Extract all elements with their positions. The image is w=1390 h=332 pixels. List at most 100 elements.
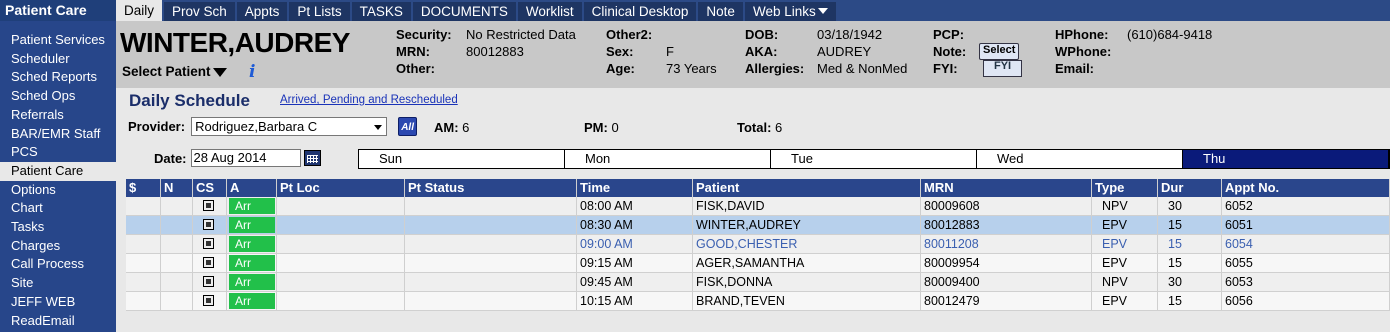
week-day-selector: Sun Mon Tue Wed Thu [358, 149, 1390, 169]
calendar-icon[interactable] [303, 150, 321, 166]
cell-patient: WINTER,AUDREY [693, 216, 921, 234]
cell-time: 08:30 AM [577, 216, 693, 234]
tab-documents[interactable]: DOCUMENTS [412, 2, 516, 21]
contact-group: HPhone: (610)684-9418 WPhone: Email: [1055, 26, 1212, 77]
cell-dur: 15 [1158, 254, 1222, 272]
sidebar-item-options[interactable]: Options [0, 181, 116, 200]
table-row[interactable]: Arr 08:30 AM WINTER,AUDREY 80012883 EPV … [126, 216, 1390, 235]
table-row[interactable]: Arr 08:00 AM FISK,DAVID 80009608 NPV 30 … [126, 197, 1390, 216]
col-appt-no[interactable]: Appt No. [1222, 179, 1390, 197]
cell-patient: FISK,DONNA [693, 273, 921, 291]
day-tue[interactable]: Tue [771, 150, 977, 168]
fyi-button[interactable]: FYI [983, 60, 1023, 77]
aka-value: AUDREY [817, 44, 872, 59]
tab-daily[interactable]: Daily [116, 0, 163, 21]
mrn-value: 80012883 [466, 44, 524, 59]
table-row[interactable]: Arr 10:15 AM BRAND,TEVEN 80012479 EPV 15… [126, 292, 1390, 311]
note-select-button[interactable]: Select [979, 43, 1020, 60]
cell-time: 09:00 AM [577, 235, 693, 253]
cell-type: NPV [1092, 197, 1158, 215]
date-label: Date: [154, 150, 187, 166]
col-time[interactable]: Time [577, 179, 693, 197]
sidebar-item-pcs[interactable]: PCS [0, 143, 116, 162]
col-dollar[interactable]: $ [126, 179, 161, 197]
note-label: Note: [933, 44, 967, 59]
sidebar-item-referrals[interactable]: Referrals [0, 106, 116, 125]
tab-note[interactable]: Note [698, 2, 743, 21]
arrived-badge[interactable]: Arr [229, 255, 275, 271]
page-title: Daily Schedule [129, 91, 250, 110]
day-thu[interactable]: Thu [1183, 150, 1389, 168]
security-value: No Restricted Data [466, 27, 576, 42]
table-row[interactable]: Arr 09:45 AM FISK,DONNA 80009400 NPV 30 … [126, 273, 1390, 292]
select-patient-button[interactable]: Select Patient [122, 64, 227, 79]
cs-icon[interactable] [203, 219, 214, 230]
sidebar-item-site[interactable]: Site [0, 274, 116, 293]
day-sun[interactable]: Sun [359, 150, 565, 168]
cs-icon[interactable] [203, 200, 214, 211]
hphone-value: (610)684-9418 [1127, 27, 1213, 42]
cell-dur: 15 [1158, 216, 1222, 234]
cell-type: EPV [1092, 292, 1158, 310]
cell-appt-no: 6055 [1222, 254, 1390, 272]
sidebar-item-sched-ops[interactable]: Sched Ops [0, 87, 116, 106]
arrived-badge[interactable]: Arr [229, 293, 275, 309]
arrived-badge[interactable]: Arr [229, 274, 275, 290]
col-pt-status[interactable]: Pt Status [405, 179, 577, 197]
col-mrn[interactable]: MRN [921, 179, 1092, 197]
col-patient[interactable]: Patient [693, 179, 921, 197]
sidebar-item-jeff-web[interactable]: JEFF WEB [0, 293, 116, 312]
col-n[interactable]: N [161, 179, 193, 197]
day-mon[interactable]: Mon [565, 150, 771, 168]
arrived-pending-link[interactable]: Arrived, Pending and Rescheduled [280, 94, 458, 106]
arrived-badge[interactable]: Arr [229, 198, 275, 214]
info-icon[interactable]: i [249, 62, 255, 82]
sidebar-item-sched-reports[interactable]: Sched Reports [0, 68, 116, 87]
mrn-label: MRN: [396, 44, 430, 59]
cell-time: 09:15 AM [577, 254, 693, 272]
col-type[interactable]: Type [1092, 179, 1158, 197]
cell-appt-no: 6051 [1222, 216, 1390, 234]
cell-mrn: 80009954 [921, 254, 1092, 272]
pm-count: PM: 0 [584, 120, 619, 135]
sidebar-item-bar-emr-staff[interactable]: BAR/EMR Staff [0, 125, 116, 144]
tab-web-links[interactable]: Web Links [744, 2, 836, 21]
col-dur[interactable]: Dur [1158, 179, 1222, 197]
cs-icon[interactable] [203, 238, 214, 249]
cell-type: EPV [1092, 216, 1158, 234]
table-row[interactable]: Arr 09:15 AM AGER,SAMANTHA 80009954 EPV … [126, 254, 1390, 273]
sidebar-item-patient-care[interactable]: Patient Care [0, 161, 116, 181]
sidebar-item-scheduler[interactable]: Scheduler [0, 50, 116, 69]
tab-prov-sch[interactable]: Prov Sch [164, 2, 235, 21]
tab-clinical-desktop[interactable]: Clinical Desktop [583, 2, 697, 21]
sidebar-item-patient-services[interactable]: Patient Services [0, 31, 116, 50]
tab-tasks[interactable]: TASKS [351, 2, 411, 21]
sidebar: Patient Services Scheduler Sched Reports… [0, 21, 116, 332]
day-wed[interactable]: Wed [977, 150, 1183, 168]
provider-select[interactable]: Rodriguez,Barbara C [191, 117, 388, 136]
cs-icon[interactable] [203, 257, 214, 268]
arrived-badge[interactable]: Arr [229, 236, 275, 252]
sex-value: F [666, 44, 674, 59]
tab-appts[interactable]: Appts [236, 2, 288, 21]
cell-patient: GOOD,CHESTER [693, 235, 921, 253]
cs-icon[interactable] [203, 295, 214, 306]
date-input[interactable]: 28 Aug 2014 [190, 149, 301, 167]
arrived-badge[interactable]: Arr [229, 217, 275, 233]
cs-icon[interactable] [203, 276, 214, 287]
sidebar-item-call-process[interactable]: Call Process [0, 255, 116, 274]
all-providers-button[interactable]: All [398, 117, 418, 136]
sidebar-item-read-email[interactable]: ReadEmail [0, 312, 116, 331]
app-title: Patient Care [0, 0, 116, 21]
cell-type: NPV [1092, 273, 1158, 291]
sidebar-item-charges[interactable]: Charges [0, 237, 116, 256]
tab-worklist[interactable]: Worklist [517, 2, 582, 21]
col-a[interactable]: A [227, 179, 277, 197]
am-value: 6 [462, 120, 470, 135]
table-row[interactable]: Arr 09:00 AM GOOD,CHESTER 80011208 EPV 1… [126, 235, 1390, 254]
col-cs[interactable]: CS [193, 179, 227, 197]
tab-pt-lists[interactable]: Pt Lists [289, 2, 350, 21]
sidebar-item-tasks[interactable]: Tasks [0, 218, 116, 237]
sidebar-item-chart[interactable]: Chart [0, 199, 116, 218]
col-pt-loc[interactable]: Pt Loc [277, 179, 405, 197]
